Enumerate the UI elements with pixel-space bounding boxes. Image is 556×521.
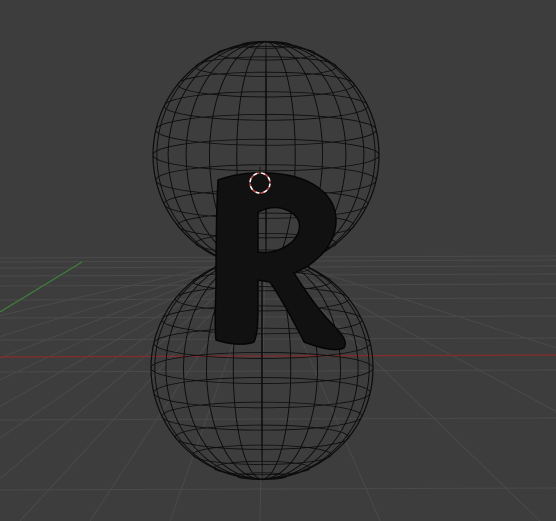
x-axis-line <box>0 354 556 358</box>
upper-sphere-wireframe[interactable] <box>152 40 380 270</box>
3d-viewport[interactable] <box>0 0 556 521</box>
lower-sphere-wireframe[interactable] <box>150 255 374 481</box>
viewport-canvas[interactable] <box>0 0 556 521</box>
y-axis-line <box>0 261 83 313</box>
